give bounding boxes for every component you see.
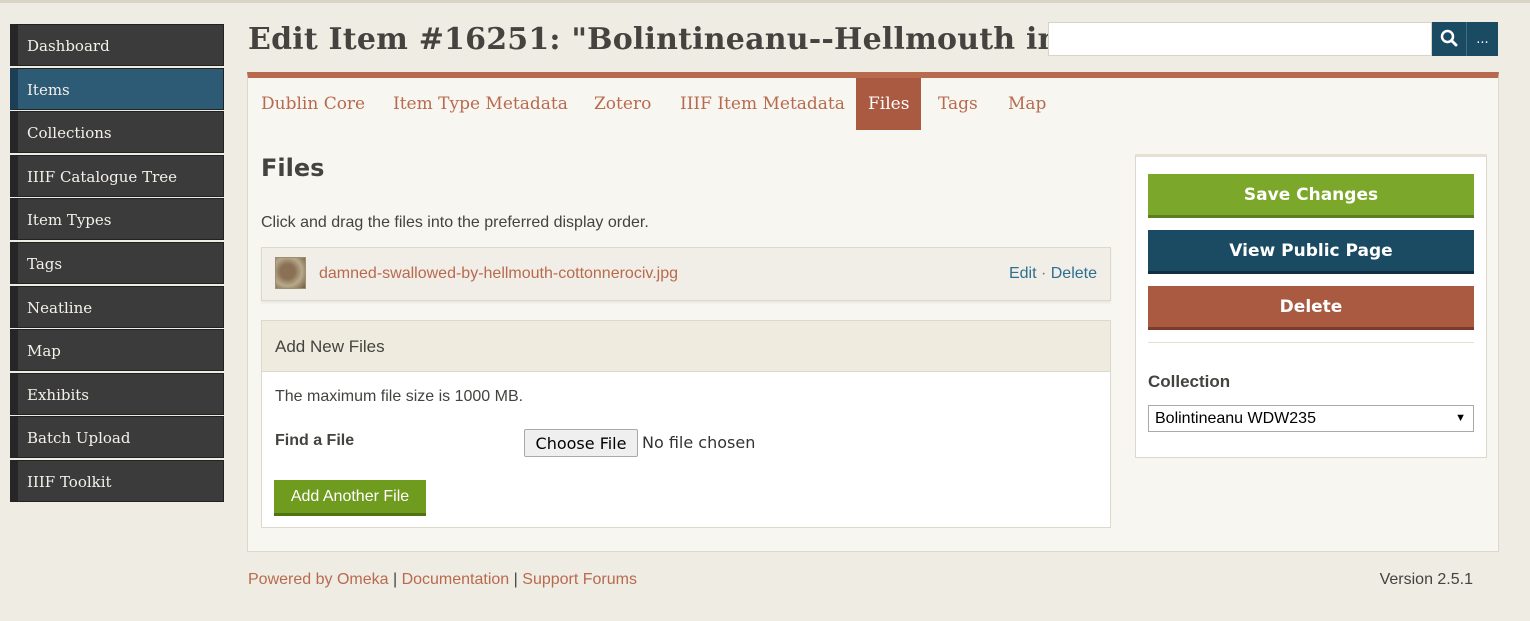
- tab-bar: Dublin Core Item Type Metadata Zotero II…: [248, 78, 1498, 130]
- file-actions: Edit · Delete: [1009, 265, 1097, 283]
- tab-tags[interactable]: Tags: [926, 78, 990, 130]
- save-panel: Save Changes View Public Page Delete Col…: [1135, 154, 1487, 458]
- file-list-item[interactable]: damned-swallowed-by-hellmouth-cottonnero…: [261, 247, 1111, 301]
- file-name-link[interactable]: damned-swallowed-by-hellmouth-cottonnero…: [319, 265, 678, 283]
- view-public-page-button[interactable]: View Public Page: [1148, 230, 1474, 274]
- save-panel-divider: [1148, 342, 1474, 343]
- tab-files[interactable]: Files: [856, 78, 922, 130]
- files-section-title: Files: [261, 154, 325, 182]
- file-actions-separator: ·: [1040, 265, 1047, 282]
- file-thumbnail: [275, 257, 306, 289]
- sidebar-item-map[interactable]: Map: [10, 329, 224, 372]
- top-border: [0, 0, 1530, 3]
- search-button[interactable]: [1432, 22, 1466, 56]
- no-file-chosen-text: No file chosen: [642, 433, 756, 452]
- add-new-files-heading: Add New Files: [262, 321, 1110, 372]
- collection-selected-value: Bolintineanu WDW235: [1155, 410, 1316, 427]
- footer-links: Powered by Omeka | Documentation | Suppo…: [248, 571, 637, 589]
- sidebar-item-batch-upload[interactable]: Batch Upload: [10, 416, 224, 459]
- sidebar-item-iiif-catalogue-tree[interactable]: IIIF Catalogue Tree: [10, 154, 224, 197]
- file-delete-link[interactable]: Delete: [1051, 265, 1097, 282]
- sidebar-item-tags[interactable]: Tags: [10, 241, 224, 284]
- chevron-down-icon: ▼: [1455, 412, 1466, 424]
- file-edit-link[interactable]: Edit: [1009, 265, 1037, 282]
- files-help-text: Click and drag the files into the prefer…: [261, 214, 649, 231]
- collection-select[interactable]: Bolintineanu WDW235 ▼: [1148, 405, 1474, 432]
- tab-map[interactable]: Map: [996, 78, 1058, 130]
- footer-separator: |: [392, 571, 398, 588]
- page-title: Edit Item #16251: "Bolintineanu--Hellmou…: [248, 22, 1112, 57]
- advanced-search-button[interactable]: ...: [1466, 22, 1498, 56]
- delete-item-button[interactable]: Delete: [1148, 286, 1474, 330]
- add-another-file-button[interactable]: Add Another File: [274, 480, 426, 516]
- collection-label: Collection: [1148, 372, 1231, 391]
- search-input[interactable]: [1048, 22, 1432, 56]
- support-forums-link[interactable]: Support Forums: [522, 571, 637, 588]
- documentation-link[interactable]: Documentation: [402, 571, 510, 588]
- sidebar-item-dashboard[interactable]: Dashboard: [10, 24, 224, 66]
- sidebar-item-collections[interactable]: Collections: [10, 111, 224, 154]
- sidebar-nav: Dashboard Items Collections IIIF Catalog…: [10, 24, 224, 504]
- max-file-size-text: The maximum file size is 1000 MB.: [275, 388, 524, 405]
- tab-zotero[interactable]: Zotero: [582, 78, 663, 130]
- sidebar-item-items[interactable]: Items: [10, 67, 224, 110]
- tab-dublin-core[interactable]: Dublin Core: [249, 78, 377, 130]
- version-text: Version 2.5.1: [1379, 571, 1473, 588]
- search-icon: [1440, 29, 1458, 46]
- tab-item-type-metadata[interactable]: Item Type Metadata: [381, 78, 580, 130]
- sidebar-item-iiif-toolkit[interactable]: IIIF Toolkit: [10, 459, 224, 502]
- sidebar-item-neatline[interactable]: Neatline: [10, 285, 224, 328]
- sidebar-item-item-types[interactable]: Item Types: [10, 198, 224, 241]
- sidebar-item-exhibits[interactable]: Exhibits: [10, 372, 224, 415]
- tab-iiif-item-metadata[interactable]: IIIF Item Metadata: [668, 78, 857, 130]
- footer-separator: |: [513, 571, 518, 588]
- choose-file-button[interactable]: Choose File: [524, 429, 638, 457]
- powered-by-omeka-link[interactable]: Powered by Omeka: [248, 571, 389, 588]
- add-new-files-box: Add New Files The maximum file size is 1…: [261, 320, 1111, 528]
- find-file-label: Find a File: [275, 432, 355, 449]
- edit-panel: Dublin Core Item Type Metadata Zotero II…: [247, 72, 1499, 552]
- save-changes-button[interactable]: Save Changes: [1148, 174, 1474, 218]
